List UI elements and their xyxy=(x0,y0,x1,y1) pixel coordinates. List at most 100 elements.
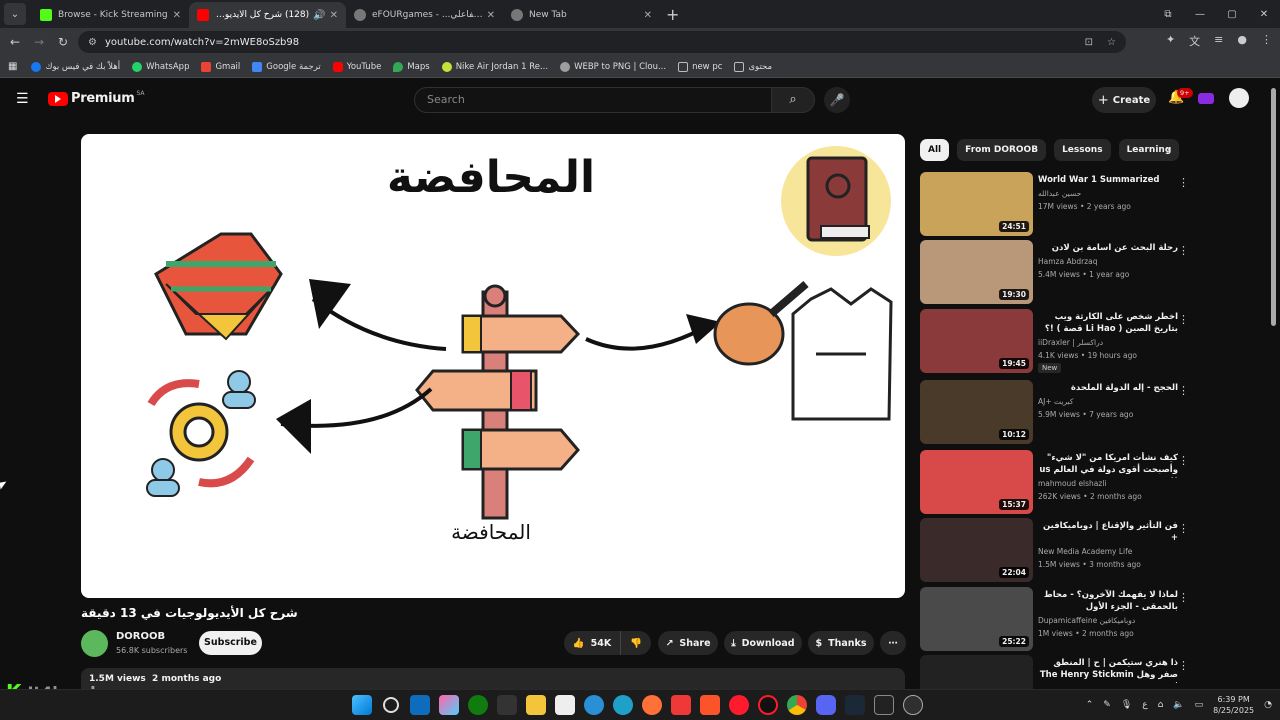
premium-feature-icon[interactable] xyxy=(1198,93,1214,104)
file-explorer-icon[interactable] xyxy=(526,695,546,715)
rec-title[interactable]: لماذا لا يفهمك الآخرون؟ - محاط بالحمقى -… xyxy=(1038,589,1178,613)
bookmark-youtube[interactable]: YouTube xyxy=(332,61,381,72)
rec-thumbnail[interactable]: 19:30 xyxy=(920,240,1033,304)
create-button[interactable]: + Create xyxy=(1092,87,1156,113)
more-vert-icon[interactable]: ⋮ xyxy=(1178,384,1189,397)
maximize-button[interactable]: ▢ xyxy=(1216,9,1248,20)
bookmark-folder-new-pc[interactable]: new pc xyxy=(678,61,722,72)
more-vert-icon[interactable]: ⋮ xyxy=(1178,454,1189,467)
bookmark-nike[interactable]: Nike Air Jordan 1 Re... xyxy=(441,61,548,72)
close-icon[interactable]: ✕ xyxy=(173,10,181,21)
clock[interactable]: 6:39 PM 8/25/2025 xyxy=(1213,694,1254,716)
bookmark-star-icon[interactable]: ☆ xyxy=(1107,37,1116,48)
search-icon[interactable] xyxy=(383,697,399,713)
close-icon[interactable]: ✕ xyxy=(487,10,495,21)
rec-channel[interactable]: Hamza Abdrzaq xyxy=(1038,257,1098,266)
video-player[interactable]: المحافضة المحافضة xyxy=(81,134,905,598)
page-scrollbar[interactable] xyxy=(1271,88,1276,326)
copilot-icon[interactable] xyxy=(439,695,459,715)
chrome-icon[interactable] xyxy=(787,695,807,715)
rec-video-item[interactable]: 19:30 رحلة البحث عن اسامة بن لادن Hamza Ab… xyxy=(920,240,1270,304)
rec-title[interactable]: رحلة البحث عن اسامة بن لادن xyxy=(1038,242,1178,254)
chip-lessons[interactable]: Lessons xyxy=(1054,139,1111,161)
rec-channel[interactable]: حسين عبدالله xyxy=(1038,189,1081,198)
tab-1[interactable]: (128) شرح كل الأيديولوجيات 🔊 ✕ xyxy=(189,2,346,28)
opera-icon[interactable] xyxy=(729,695,749,715)
menu-icon[interactable]: ⋮ xyxy=(1261,33,1272,49)
rec-video-item[interactable]: 19:45 اخطر شخص على الكارثة ويب بتاريخ الص… xyxy=(920,309,1270,373)
url-field[interactable]: ⚙ youtube.com/watch?v=2mWE8oSzb98 ⊡ ☆ xyxy=(78,31,1126,53)
rec-video-item[interactable]: 10:12 الحجج - إله الدولة الملحدة AJ+ كبريت… xyxy=(920,380,1270,444)
bookmark-maps[interactable]: Maps xyxy=(393,61,430,72)
rec-title[interactable]: كيف نشأت امريكا من "لا شيء" وأصبحت أقوى … xyxy=(1038,452,1178,478)
more-vert-icon[interactable]: ⋮ xyxy=(1178,244,1189,257)
rec-video-item[interactable]: 25:22 لماذا لا يفهمك الآخرون؟ - محاط بالح… xyxy=(920,587,1270,651)
rec-title[interactable]: ذا هنري ستيكمن | ح | المنطق صفر وهل The … xyxy=(1038,657,1178,683)
rec-channel[interactable]: AJ+ كبريت xyxy=(1038,397,1073,406)
chip-all[interactable]: All xyxy=(920,139,950,161)
chip-from-channel[interactable]: From DOROOB xyxy=(957,139,1047,161)
more-vert-icon[interactable]: ⋮ xyxy=(1178,591,1189,604)
rec-title[interactable]: فن التأثير والإقناع | دوباميكافين + xyxy=(1038,520,1178,544)
install-app-icon[interactable]: ⊡ xyxy=(1085,37,1093,48)
vivaldi-icon[interactable] xyxy=(671,695,691,715)
edge-icon[interactable] xyxy=(613,695,633,715)
rec-thumbnail[interactable]: 10:12 xyxy=(920,380,1033,444)
notification-center-icon[interactable]: ◔ xyxy=(1264,700,1272,710)
reload-button[interactable]: ↻ xyxy=(51,35,75,49)
hamburger-menu-icon[interactable]: ☰ xyxy=(16,91,29,107)
steam-icon[interactable] xyxy=(845,695,865,715)
rec-title[interactable]: World War 1 Summarized xyxy=(1038,174,1178,186)
chevron-right-icon[interactable]: › xyxy=(1166,143,1171,157)
obs-icon[interactable] xyxy=(903,695,923,715)
store-icon[interactable] xyxy=(497,695,517,715)
site-info-icon[interactable]: ⚙ xyxy=(88,37,97,48)
ccleaner-icon[interactable] xyxy=(584,695,604,715)
tab-0[interactable]: Browse - Kick Streaming ✕ xyxy=(32,2,189,28)
windows-start-icon[interactable] xyxy=(352,695,372,715)
more-vert-icon[interactable]: ⋮ xyxy=(1178,313,1189,326)
rec-thumbnail[interactable]: 22:04 xyxy=(920,518,1033,582)
rec-thumbnail[interactable]: 24:51 xyxy=(920,172,1033,236)
channel-name[interactable]: DOROOB xyxy=(116,631,165,642)
thanks-button[interactable]: $ Thanks xyxy=(808,631,874,655)
minimize-button[interactable]: — xyxy=(1184,9,1216,20)
profile-switch-icon[interactable]: ⧉ xyxy=(1152,9,1184,20)
bookmark-webp[interactable]: WEBP to PNG | Clou... xyxy=(560,61,666,72)
forward-button[interactable]: → xyxy=(27,35,51,49)
bookmark-whatsapp[interactable]: WhatsApp xyxy=(132,61,189,72)
language-indicator[interactable]: ع xyxy=(1142,700,1147,710)
translate-icon[interactable]: 文 xyxy=(1189,33,1200,49)
rec-thumbnail[interactable]: 19:45 xyxy=(920,309,1033,373)
tab-search-icon[interactable]: ⌄ xyxy=(4,3,26,25)
network-icon[interactable]: ⌂ xyxy=(1158,700,1164,710)
discord-icon[interactable] xyxy=(816,695,836,715)
chevron-up-icon[interactable]: ⌃ xyxy=(1086,700,1094,710)
media-control-icon[interactable]: ≡ xyxy=(1214,33,1223,49)
rec-title[interactable]: اخطر شخص على الكارثة ويب بتاريخ الصين ( … xyxy=(1038,311,1178,335)
like-button[interactable]: 👍 54K xyxy=(564,631,620,655)
speaker-icon[interactable]: 🔊 xyxy=(313,10,325,21)
epic-games-icon[interactable] xyxy=(874,695,894,715)
dislike-button[interactable]: 👎 xyxy=(620,631,651,655)
rec-channel[interactable]: iiDraxler | دراكسلر xyxy=(1038,338,1103,347)
battery-icon[interactable]: ▭ xyxy=(1195,700,1204,710)
opera-gx-icon[interactable] xyxy=(758,695,778,715)
tab-2[interactable]: eFOURgames - ...تع ألعاب تفاعلي ✕ xyxy=(346,2,503,28)
rec-video-item[interactable]: 24:51 World War 1 Summarized حسين عبدالله 1… xyxy=(920,172,1270,236)
voice-search-button[interactable]: 🎤 xyxy=(824,87,850,113)
brave-icon[interactable] xyxy=(700,695,720,715)
rec-thumbnail[interactable]: 15:37 xyxy=(920,450,1033,514)
apps-grid-icon[interactable]: ▦ xyxy=(8,61,17,72)
volume-icon[interactable]: 🔈 xyxy=(1173,700,1184,710)
youtube-premium-logo[interactable]: Premium SA xyxy=(48,90,145,106)
bookmark-translate[interactable]: Google ترجمة xyxy=(252,61,321,72)
rec-channel[interactable]: mahmoud elshazli xyxy=(1038,479,1107,488)
close-icon[interactable]: ✕ xyxy=(644,10,652,21)
xbox-icon[interactable] xyxy=(468,695,488,715)
mic-tray-icon[interactable]: 🎙 xyxy=(1121,700,1132,710)
firefox-icon[interactable] xyxy=(642,695,662,715)
profile-icon[interactable]: ● xyxy=(1237,33,1247,49)
tab-3[interactable]: New Tab ✕ xyxy=(503,2,660,28)
pen-icon[interactable]: ✎ xyxy=(1103,700,1111,710)
